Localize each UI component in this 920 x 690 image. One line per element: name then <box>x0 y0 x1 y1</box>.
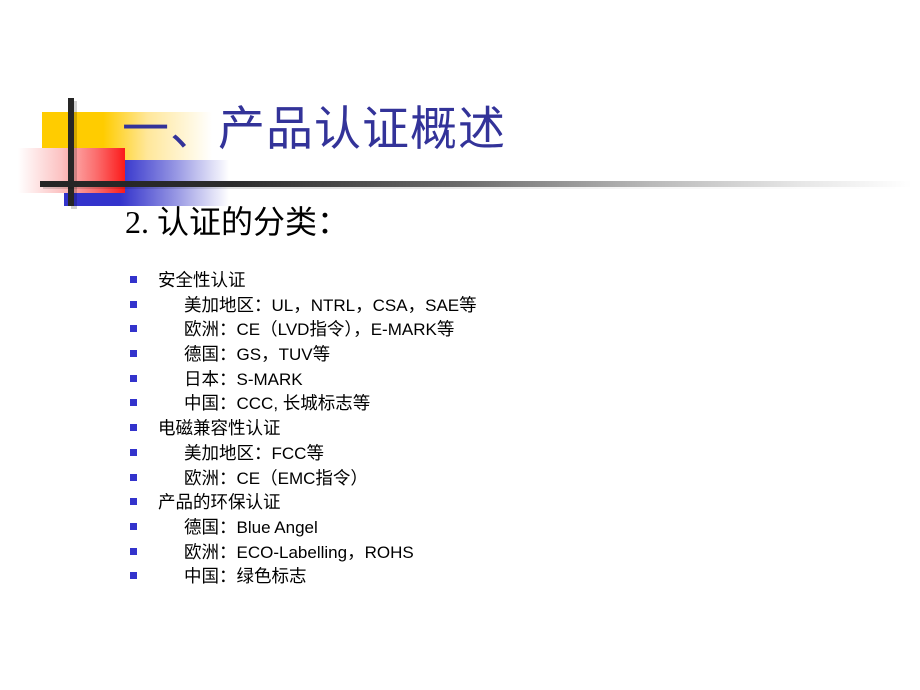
bullet-list: 安全性认证美加地区：UL，NTRL，CSA，SAE等 欧洲：CE（LVD指令），E… <box>0 268 920 589</box>
list-item-label: 欧洲：ECO-Labelling，ROHS <box>184 541 414 562</box>
list-item: 德国：GS，TUV等 <box>0 342 920 367</box>
list-item-label: 美加地区：UL，NTRL，CSA，SAE等 <box>184 294 477 315</box>
bullet-square-icon <box>130 498 137 506</box>
decorative-red-block <box>18 148 125 193</box>
list-item: 欧洲：ECO-Labelling，ROHS <box>0 540 920 565</box>
list-item-label: 欧洲：CE（EMC指令） <box>184 467 368 488</box>
decorative-blue-block <box>64 160 229 206</box>
list-item: 欧洲：CE（LVD指令），E-MARK等 <box>0 317 920 342</box>
list-item: 欧洲：CE（EMC指令） <box>0 466 920 491</box>
decorative-horizontal-rule-shadow <box>43 184 912 189</box>
list-item-label: 欧洲：CE（LVD指令），E-MARK等 <box>184 319 455 340</box>
list-item: 产品的环保认证 <box>0 490 920 515</box>
bullet-square-icon <box>130 350 137 358</box>
list-item-label: 中国：绿色标志 <box>184 566 307 587</box>
list-item: 日本：S-MARK <box>0 367 920 392</box>
list-item-label: 德国：GS，TUV等 <box>184 344 331 365</box>
list-item-label: 日本：S-MARK <box>184 368 303 389</box>
slide-title: 一、产品认证概述 <box>122 104 506 156</box>
list-item: 中国：绿色标志 <box>0 564 920 589</box>
bullet-square-icon <box>130 522 137 530</box>
list-item-label: 德国：Blue Angel <box>184 516 318 537</box>
decorative-vertical-bar-shadow <box>71 101 77 209</box>
list-item-label: 产品的环保认证 <box>158 492 281 513</box>
list-item: 德国：Blue Angel <box>0 515 920 540</box>
bullet-square-icon <box>130 448 137 456</box>
bullet-square-icon <box>130 424 137 432</box>
bullet-square-icon <box>130 300 137 308</box>
bullet-square-icon <box>130 325 137 333</box>
decorative-horizontal-rule <box>40 181 912 187</box>
list-item: 美加地区：FCC等 <box>0 441 920 466</box>
decorative-vertical-bar <box>68 98 74 206</box>
list-item: 安全性认证 <box>0 268 920 293</box>
list-item: 中国：CCC, 长城标志等 <box>0 391 920 416</box>
slide-subtitle: 2. 认证的分类： <box>125 204 350 240</box>
bullet-square-icon <box>130 276 137 283</box>
list-item-label: 安全性认证 <box>158 270 246 290</box>
bullet-square-icon <box>130 473 137 481</box>
list-item-label: 美加地区：FCC等 <box>184 442 324 463</box>
bullet-square-icon <box>130 374 137 382</box>
list-item: 电磁兼容性认证 <box>0 416 920 441</box>
list-item-label: 中国：CCC, 长城标志等 <box>184 393 371 414</box>
list-item: 美加地区：UL，NTRL，CSA，SAE等 <box>0 293 920 318</box>
bullet-square-icon <box>130 572 137 580</box>
bullet-square-icon <box>130 399 137 407</box>
bullet-square-icon <box>130 547 137 555</box>
list-item-label: 电磁兼容性认证 <box>158 418 281 439</box>
presentation-slide: 一、产品认证概述 2. 认证的分类： 安全性认证美加地区：UL，NTRL，CSA… <box>0 0 920 690</box>
